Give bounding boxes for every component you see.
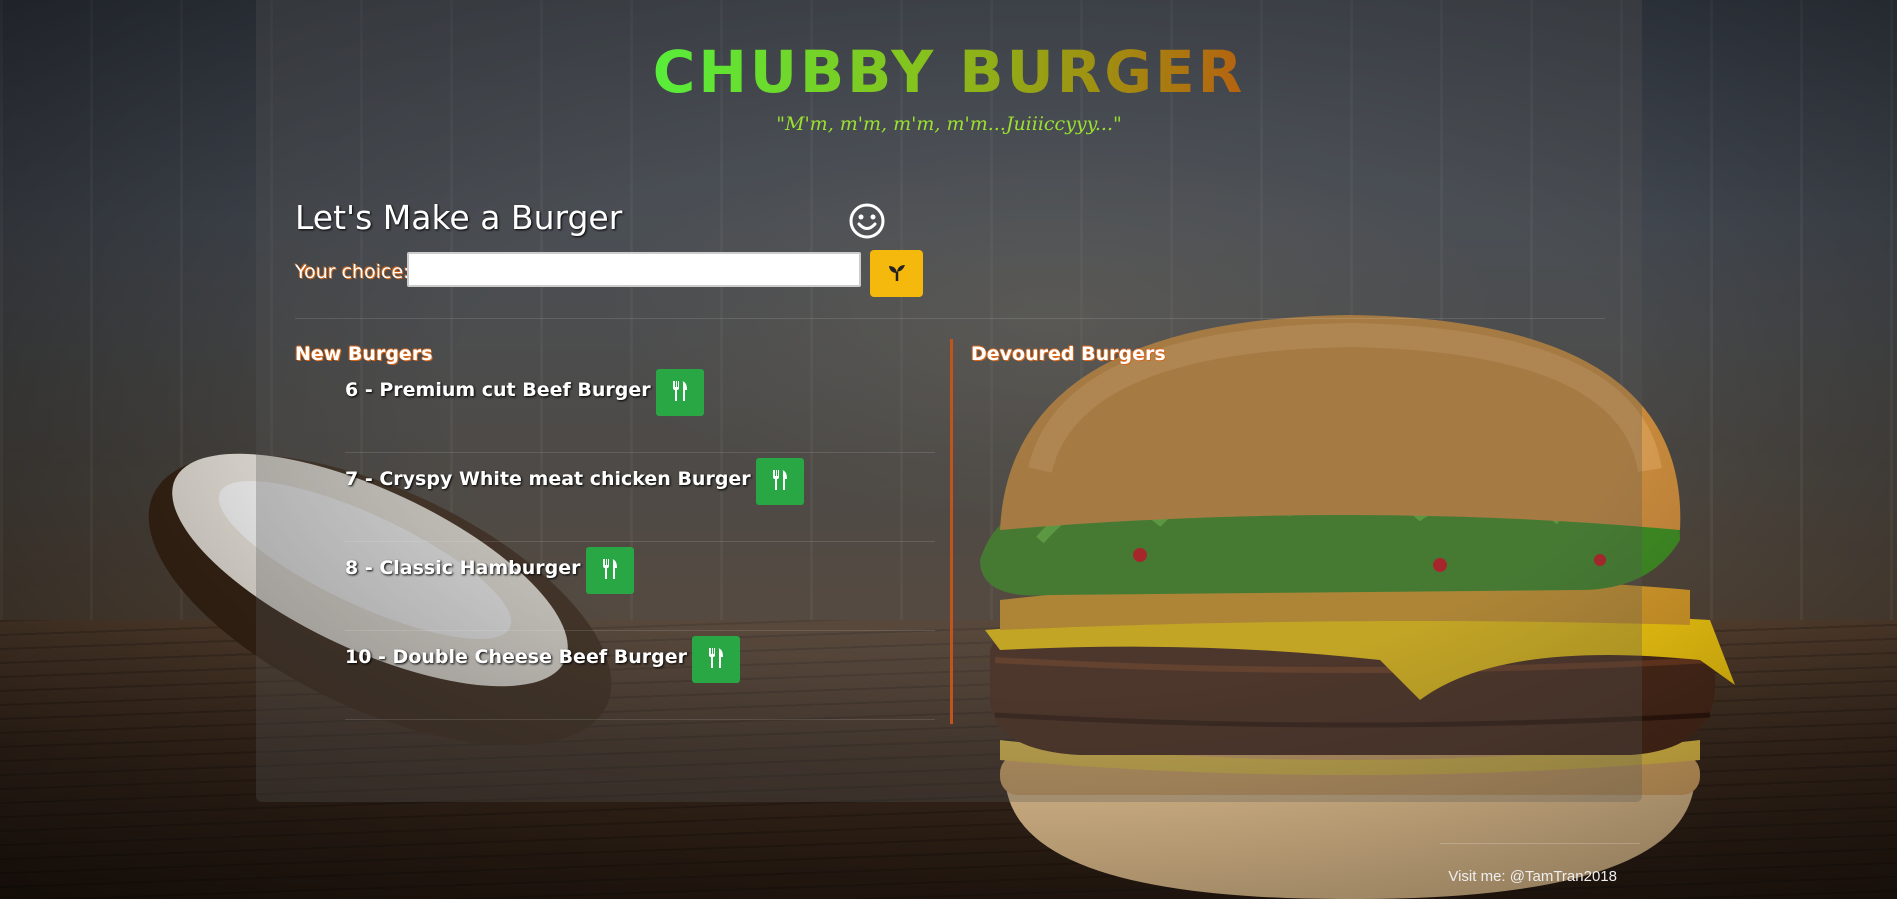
form-heading: Let's Make a Burger	[295, 198, 623, 237]
devour-button[interactable]	[755, 458, 804, 505]
utensils-icon	[771, 469, 789, 494]
devour-button[interactable]	[691, 636, 740, 683]
utensils-icon	[601, 558, 619, 583]
column-divider	[950, 339, 953, 724]
burger-name: 6 - Premium cut Beef Burger	[345, 379, 651, 401]
devour-button[interactable]	[585, 547, 634, 594]
burger-choice-input[interactable]	[407, 252, 861, 287]
list-item: 7 - Cryspy White meat chicken Burger	[345, 453, 935, 542]
devour-button[interactable]	[655, 369, 704, 416]
burger-name: 10 - Double Cheese Beef Burger	[345, 646, 687, 668]
choice-label: Your choice:	[295, 261, 410, 283]
footer-credit: Visit me: @TamTran2018	[1448, 868, 1617, 885]
main-panel: CHUBBY BURGER "M'm, m'm, m'm, m'm...Juii…	[256, 0, 1642, 802]
list-item: 10 - Double Cheese Beef Burger	[345, 631, 935, 720]
brand-tagline: "M'm, m'm, m'm, m'm...Juiiiccyyy..."	[776, 113, 1122, 135]
new-burgers-list: 6 - Premium cut Beef Burger 7 - Cryspy W…	[345, 364, 935, 720]
devoured-burgers-title: Devoured Burgers	[971, 343, 1166, 365]
burger-name: 7 - Cryspy White meat chicken Burger	[345, 468, 751, 490]
new-burgers-title: New Burgers	[295, 343, 433, 365]
submit-burger-button[interactable]	[870, 250, 923, 297]
smile-icon	[848, 202, 886, 240]
utensils-icon	[707, 647, 725, 672]
list-item: 6 - Premium cut Beef Burger	[345, 364, 935, 453]
brand-title: CHUBBY BURGER	[652, 38, 1246, 106]
footer-divider	[1440, 843, 1640, 844]
sprout-icon	[886, 261, 908, 286]
list-item: 8 - Classic Hamburger	[345, 542, 935, 631]
utensils-icon	[671, 380, 689, 405]
burger-name: 8 - Classic Hamburger	[345, 557, 581, 579]
section-divider	[295, 318, 1605, 319]
